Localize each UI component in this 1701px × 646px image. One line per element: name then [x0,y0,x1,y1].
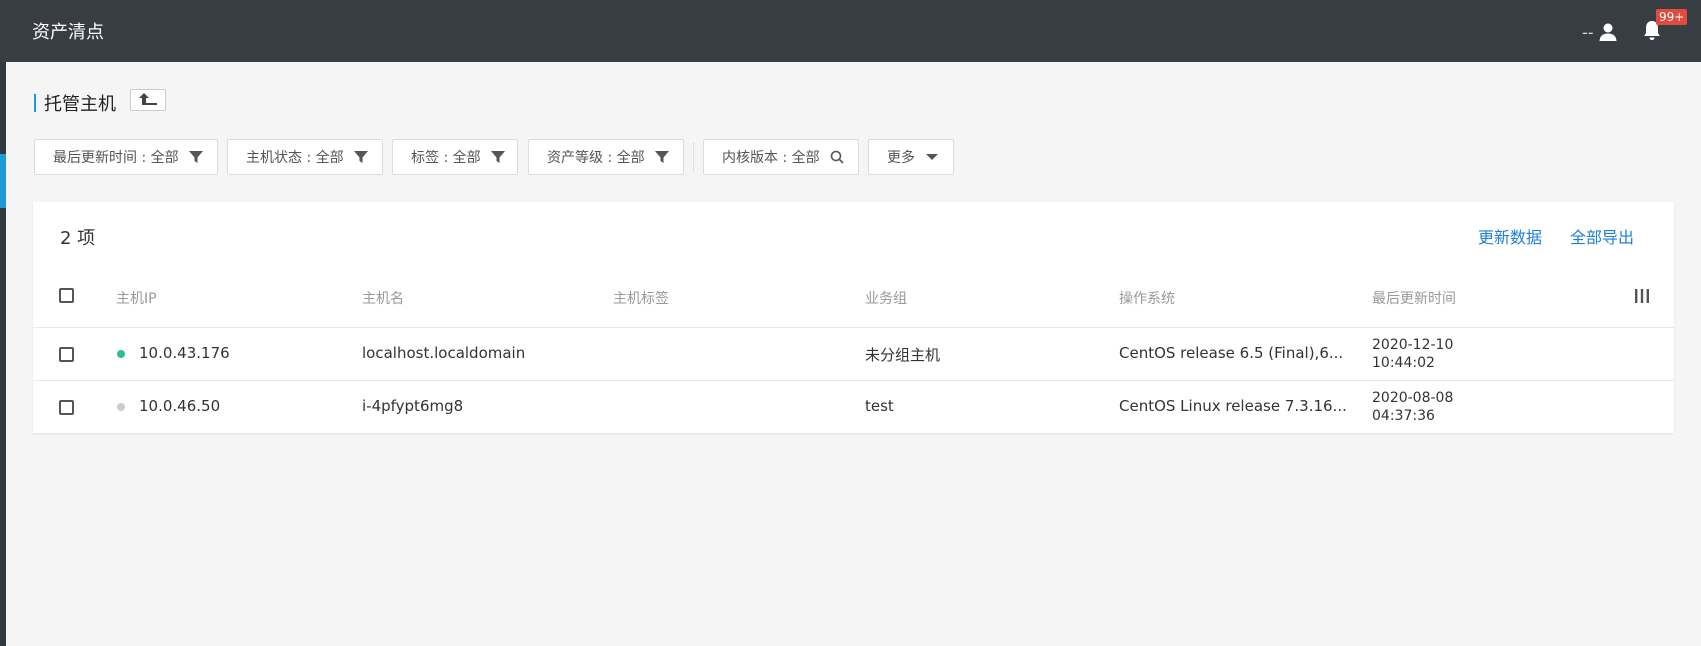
host-name[interactable]: localhost.localdomain [362,344,525,362]
select-all-checkbox[interactable] [59,288,74,303]
back-up-button[interactable] [130,89,166,111]
app-title: 资产清点 [32,22,104,43]
column-settings-icon[interactable] [1634,288,1650,308]
updated-time: 10:44:02 [1372,355,1435,371]
host-group: test [865,397,894,415]
page-heading: 托管主机 [34,92,116,115]
host-last-updated: 2020-08-08 04:37:36 [1372,389,1453,425]
table-actions: 更新数据 全部导出 [1478,224,1634,248]
table-header: 主机IP 主机名 主机标签 业务组 操作系统 最后更新时间 [33,266,1674,328]
host-status-indicator [117,350,125,358]
row-checkbox[interactable] [59,400,74,415]
table-row[interactable]: 10.0.43.176 localhost.localdomain 未分组主机 … [33,328,1674,381]
filter-tags[interactable]: 标签 : 全部 [392,139,518,175]
filter-host-status[interactable]: 主机状态 : 全部 [227,139,383,175]
caret-down-icon [925,152,939,162]
filter-label: 内核版本 : 全部 [722,150,820,166]
host-group: 未分组主机 [865,346,941,364]
filter-kernel-version[interactable]: 内核版本 : 全部 [703,139,859,175]
filter-icon [654,150,669,164]
filter-divider [693,143,694,171]
column-header-os[interactable]: 操作系统 [1119,288,1175,308]
host-last-updated: 2020-12-10 10:44:02 [1372,336,1453,372]
page-title-accent [34,94,36,112]
arrow-up-icon [137,91,159,110]
page-title: 托管主机 [44,94,116,115]
filter-icon [490,150,505,164]
host-name[interactable]: i-4pfypt6mg8 [362,397,463,415]
column-header-hostname[interactable]: 主机名 [362,288,404,308]
user-icon[interactable] [1598,22,1618,42]
left-rail-active-indicator [0,154,6,208]
left-rail [0,0,6,646]
row-checkbox[interactable] [59,347,74,362]
column-header-tags[interactable]: 主机标签 [613,288,669,308]
refresh-data-link[interactable]: 更新数据 [1478,224,1542,248]
table-row[interactable]: 10.0.46.50 i-4pfypt6mg8 test CentOS Linu… [33,381,1674,434]
host-ip[interactable]: 10.0.43.176 [139,344,230,362]
host-os: CentOS release 6.5 (Final),6... [1119,344,1344,362]
column-header-ip[interactable]: 主机IP [116,288,157,308]
filter-last-updated[interactable]: 最后更新时间 : 全部 [34,139,218,175]
filter-asset-level[interactable]: 资产等级 : 全部 [528,139,684,175]
user-name: -- [1582,22,1594,42]
host-status-indicator [117,403,125,411]
filter-label: 主机状态 : 全部 [246,150,344,166]
updated-date: 2020-08-08 [1372,390,1454,406]
result-count: 2 项 [60,228,96,249]
filter-label: 标签 : 全部 [411,150,481,166]
column-header-group[interactable]: 业务组 [865,288,907,308]
filter-label: 资产等级 : 全部 [547,150,645,166]
export-all-link[interactable]: 全部导出 [1570,224,1634,248]
top-bar: 资产清点 -- 99+ [0,0,1701,62]
updated-time: 04:37:36 [1372,408,1435,424]
hosts-panel: 2 项 更新数据 全部导出 主机IP 主机名 主机标签 业务组 操作系统 最后更… [33,202,1674,433]
more-filters-button[interactable]: 更多 [868,139,954,175]
search-icon [830,150,844,164]
column-header-last-updated[interactable]: 最后更新时间 [1372,288,1456,308]
filter-icon [353,150,368,164]
notification-badge: 99+ [1656,9,1688,25]
updated-date: 2020-12-10 [1372,337,1454,353]
host-ip[interactable]: 10.0.46.50 [139,397,220,415]
filter-icon [188,150,203,164]
user-menu[interactable]: -- [1582,20,1618,44]
host-os: CentOS Linux release 7.3.16... [1119,397,1347,415]
filter-label: 更多 [887,150,915,166]
filter-label: 最后更新时间 : 全部 [53,150,179,166]
